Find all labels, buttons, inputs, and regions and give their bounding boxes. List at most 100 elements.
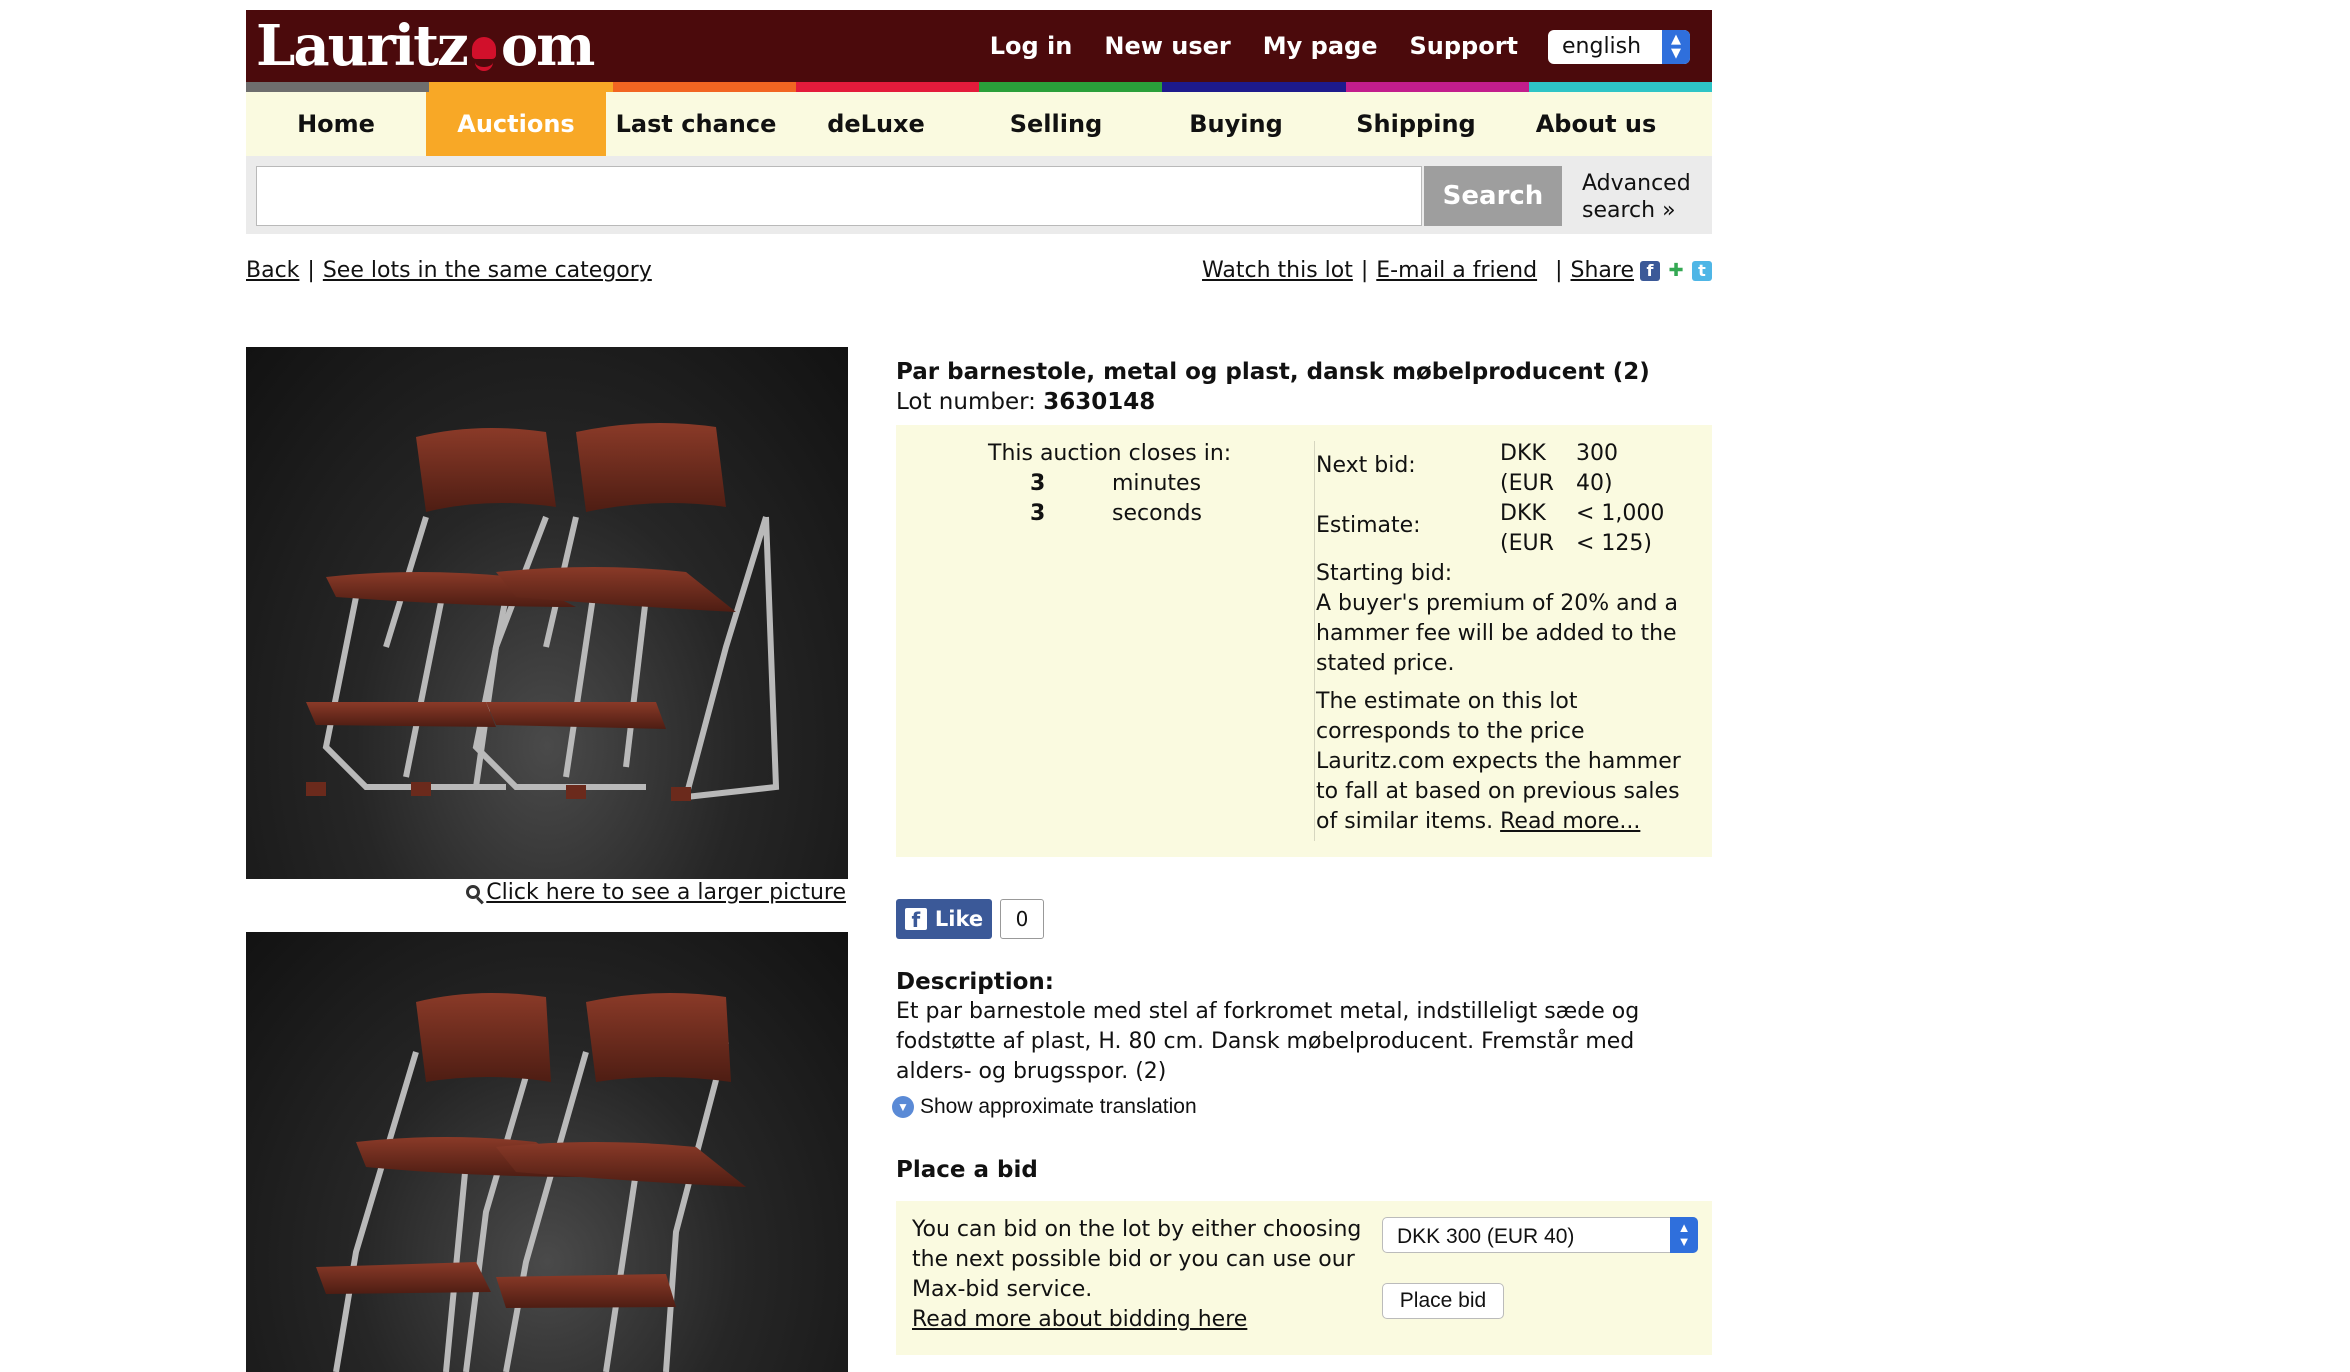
watch-lot-link[interactable]: Watch this lot [1202,258,1353,283]
countdown-seconds-value: 3 [1030,501,1046,526]
chevron-down-icon: ▼ [892,1096,914,1118]
new-user-link[interactable]: New user [1104,32,1230,60]
nav-deluxe[interactable]: deLuxe [786,92,966,156]
top-links: Log in New user My page Support [958,32,1518,60]
next-bid-currency: DKK [1500,441,1546,466]
lot-photo-secondary[interactable] [246,932,848,1372]
stripe-segment [612,82,796,92]
facebook-like-count: 0 [1000,899,1044,939]
place-bid-button[interactable]: Place bid [1382,1283,1504,1319]
description-text: Et par barnestole med stel af forkromet … [896,999,1640,1084]
place-bid-section: Place a bid You can bid on the lot by ei… [896,1157,1712,1355]
nav-shipping[interactable]: Shipping [1326,92,1506,156]
bid-instructions-text: You can bid on the lot by either choosin… [912,1217,1362,1302]
lauritz-logo[interactable]: Lauritz om [256,12,596,80]
estimate-currency: DKK [1500,501,1546,526]
description-heading: Description: [896,969,1054,995]
enlarge-picture-link[interactable]: Click here to see a larger picture [446,880,846,905]
page-wrapper: Lauritz om Log in New user My page Suppor… [246,10,1712,1372]
stripe-segment [979,82,1163,92]
nav-home[interactable]: Home [246,92,426,156]
divider [1314,441,1315,841]
bid-info: Next bid: DKK 300 (EUR 40) Estimate: DKK < … [1316,439,1696,837]
top-bar: Lauritz om Log in New user My page Suppor… [246,10,1712,82]
estimate-note: The estimate on this lot corresponds to … [1316,687,1696,837]
support-link[interactable]: Support [1409,32,1518,60]
advanced-search-line2: search » [1582,198,1676,223]
facebook-like: f Like 0 [896,899,1044,939]
stripe-segment [1345,82,1529,92]
lot-title: Par barnestole, metal og plast, dansk mø… [896,359,1650,385]
closes-label: This auction closes in: [988,441,1232,466]
share-link[interactable]: Share [1571,258,1635,283]
place-bid-heading: Place a bid [896,1157,1038,1183]
separator: | [307,258,315,283]
search-bar: Search Advanced search » [246,156,1712,234]
nav-auctions[interactable]: Auctions [426,92,606,156]
separator: | [1360,258,1369,283]
stripe-segment [1162,82,1346,92]
estimate-label: Estimate: [1316,513,1421,538]
magnifier-icon [466,885,481,899]
chair-icon [469,23,499,71]
show-translation-toggle[interactable]: ▼ Show approximate translation [892,1095,1197,1119]
lot-number-line: Lot number: 3630148 [896,389,1712,415]
bidding-read-more-link[interactable]: Read more about bidding here [912,1307,1247,1332]
bid-amount-value: DKK 300 (EUR 40) [1397,1225,1575,1248]
countdown-seconds-unit: seconds [1112,501,1202,526]
bid-amount-select[interactable]: DKK 300 (EUR 40) ▲ ▼ [1382,1217,1698,1253]
facebook-share-icon[interactable]: f [1640,260,1660,281]
buyers-premium-note: A buyer's premium of 20% and a hammer fe… [1316,591,1678,676]
my-page-link[interactable]: My page [1263,32,1378,60]
stripe-segment [429,82,613,92]
advanced-search-link[interactable]: Advanced search » [1582,170,1691,224]
estimate-dkk: < 1,000 [1576,501,1665,526]
lot-photo-main[interactable] [246,347,848,879]
lot-details: Par barnestole, metal og plast, dansk mø… [892,347,1712,1355]
main-nav: Home Auctions Last chance deLuxe Selling… [246,92,1712,156]
twitter-share-icon[interactable]: t [1692,260,1712,281]
next-bid-eur-currency: (EUR [1500,471,1554,496]
login-link[interactable]: Log in [990,32,1073,60]
logo-text-right: om [500,13,596,79]
facebook-like-button[interactable]: f Like [896,899,992,939]
language-value: english [1562,34,1642,59]
nav-about-us[interactable]: About us [1506,92,1686,156]
select-arrows-icon: ▲ ▼ [1662,30,1690,64]
chairs-illustration [316,993,746,1372]
back-link[interactable]: Back [246,258,299,283]
starting-bid-label: Starting bid: [1316,561,1453,586]
google-share-icon[interactable]: ✚ [1666,260,1686,281]
show-translation-label: Show approximate translation [920,1095,1197,1118]
email-friend-link[interactable]: E-mail a friend [1376,258,1537,283]
estimate-eur: < 125) [1576,531,1653,556]
search-button[interactable]: Search [1424,166,1562,226]
nav-buying[interactable]: Buying [1146,92,1326,156]
countdown-minutes-value: 3 [1030,471,1046,496]
read-more-link[interactable]: Read more... [1500,809,1640,834]
estimate-eur-currency: (EUR [1500,531,1554,556]
bid-box: You can bid on the lot by either choosin… [896,1201,1712,1355]
color-stripe [246,82,1712,92]
stripe-segment [246,82,430,92]
nav-last-chance[interactable]: Last chance [606,92,786,156]
facebook-icon: f [904,908,927,932]
same-category-link[interactable]: See lots in the same category [323,258,652,283]
lot-number-value: 3630148 [1043,389,1156,415]
enlarge-picture-text: Click here to see a larger picture [486,880,846,905]
logo-text-left: Lauritz [256,13,469,79]
auction-info-box: This auction closes in: 3 minutes 3 seco… [896,425,1712,857]
stripe-segment [795,82,979,92]
nav-selling[interactable]: Selling [966,92,1146,156]
select-arrows-icon: ▲ ▼ [1670,1217,1698,1253]
bid-instructions: You can bid on the lot by either choosin… [912,1215,1382,1335]
next-bid-eur: 40) [1576,471,1613,496]
action-links-row: Back | See lots in the same category Watch… [246,246,1712,286]
next-bid-label: Next bid: [1316,453,1416,478]
search-input[interactable] [256,166,1422,226]
language-select[interactable]: english ▲ ▼ [1548,30,1690,64]
facebook-like-label: Like [934,907,984,931]
chairs-illustration [306,423,780,801]
separator: | [1555,258,1563,283]
stripe-segment [1528,82,1712,92]
